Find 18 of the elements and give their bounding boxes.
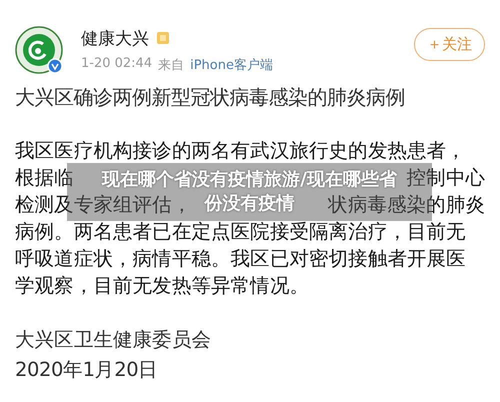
- source-link[interactable]: iPhone客户端: [190, 56, 273, 74]
- badge-icon: [156, 31, 170, 45]
- account-logo-icon: [15, 26, 63, 74]
- body-text: 状病毒感染的肺炎: [328, 192, 485, 218]
- body-text: 我区医疗机构接诊的两名有武汉旅行史的发热患者，: [15, 138, 466, 164]
- body-text: 呼吸道症状，病情平稳。我区已对密切接触者开展医: [15, 246, 466, 272]
- body-text: 根据临: [15, 165, 74, 191]
- source-prefix: 来自: [158, 56, 184, 74]
- body-text: 病例。两名患者已在定点医院接受隔离治疗，目前无: [15, 219, 466, 245]
- follow-button[interactable]: ＋关注: [414, 28, 485, 60]
- signature-text: 2020年1月20日: [15, 357, 159, 383]
- body-text: 学观察，目前无发热等异常情况。: [15, 273, 310, 299]
- body-text: 控制中心: [406, 165, 485, 191]
- author-name[interactable]: 健康大兴: [81, 26, 149, 50]
- post-time: 1-20 02:44: [81, 56, 152, 72]
- body-text: 检测及专家组评估，: [15, 192, 192, 218]
- signature-text: 大兴区卫生健康委员会: [15, 327, 212, 353]
- post-title: 大兴区确诊两例新型冠状病毒感染的肺炎病例: [15, 84, 406, 111]
